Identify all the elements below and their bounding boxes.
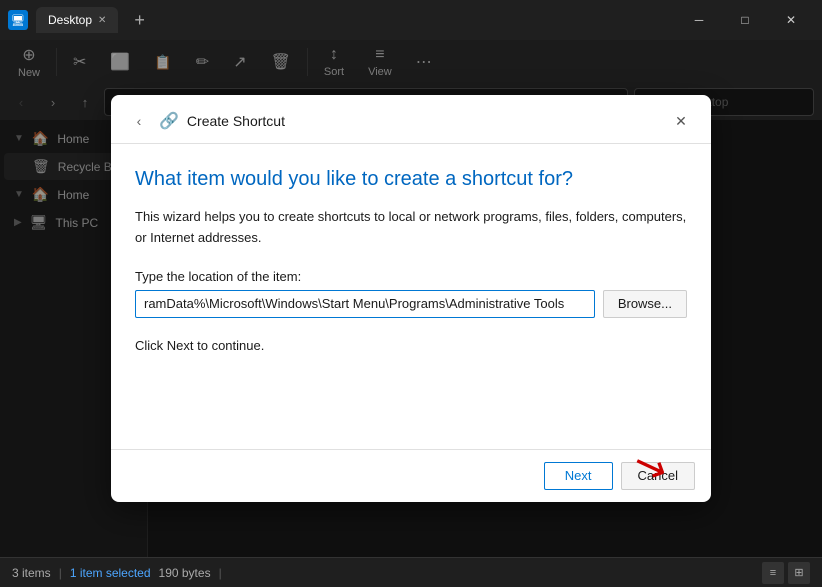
minimize-button[interactable]: ─ <box>676 0 722 40</box>
maximize-button[interactable]: □ <box>722 0 768 40</box>
status-separator-1: | <box>59 566 62 580</box>
dialog-close-button[interactable]: ✕ <box>667 107 695 135</box>
close-button[interactable]: ✕ <box>768 0 814 40</box>
grid-view-button[interactable]: ⊞ <box>788 562 810 584</box>
dialog-back-button[interactable]: ‹ <box>127 109 151 133</box>
browse-button[interactable]: Browse... <box>603 290 687 318</box>
dialog-location-label: Type the location of the item: <box>135 269 687 284</box>
status-separator-2: | <box>219 566 222 580</box>
dialog-title-text: Create Shortcut <box>187 113 285 129</box>
list-view-button[interactable]: ≡ <box>762 562 784 584</box>
cancel-button[interactable]: Cancel <box>621 462 695 490</box>
create-shortcut-dialog: ‹ 🔗 Create Shortcut ✕ What item would yo… <box>111 95 711 502</box>
tab-close-icon[interactable]: ✕ <box>98 15 106 26</box>
dialog-hint: Click Next to continue. <box>135 338 687 353</box>
dialog-title-icon: 🔗 <box>159 111 179 131</box>
items-count: 3 items <box>12 566 51 580</box>
dialog-heading: What item would you like to create a sho… <box>135 168 687 191</box>
tab-label: Desktop <box>48 13 92 27</box>
active-tab[interactable]: Desktop ✕ <box>36 7 118 33</box>
size-text: 190 bytes <box>159 566 211 580</box>
status-bar: 3 items | 1 item selected 190 bytes | ≡ … <box>0 557 822 587</box>
dialog-description: This wizard helps you to create shortcut… <box>135 207 687 249</box>
dialog-input-row: Browse... <box>135 290 687 318</box>
title-bar: 🖥 Desktop ✕ + ─ □ ✕ <box>0 0 822 40</box>
new-tab-button[interactable]: + <box>126 10 153 31</box>
view-mode-icons: ≡ ⊞ <box>762 562 810 584</box>
window-controls: ─ □ ✕ <box>676 0 814 40</box>
dialog-overlay: ‹ 🔗 Create Shortcut ✕ What item would yo… <box>0 40 822 557</box>
selected-text: 1 item selected <box>70 566 151 580</box>
dialog-location-input[interactable] <box>135 290 595 318</box>
dialog-title-bar: ‹ 🔗 Create Shortcut ✕ <box>111 95 711 144</box>
dialog-body: What item would you like to create a sho… <box>111 144 711 449</box>
next-button[interactable]: Next <box>544 462 613 490</box>
dialog-footer: Next Cancel <box>111 449 711 502</box>
app-icon: 🖥 <box>8 10 28 30</box>
